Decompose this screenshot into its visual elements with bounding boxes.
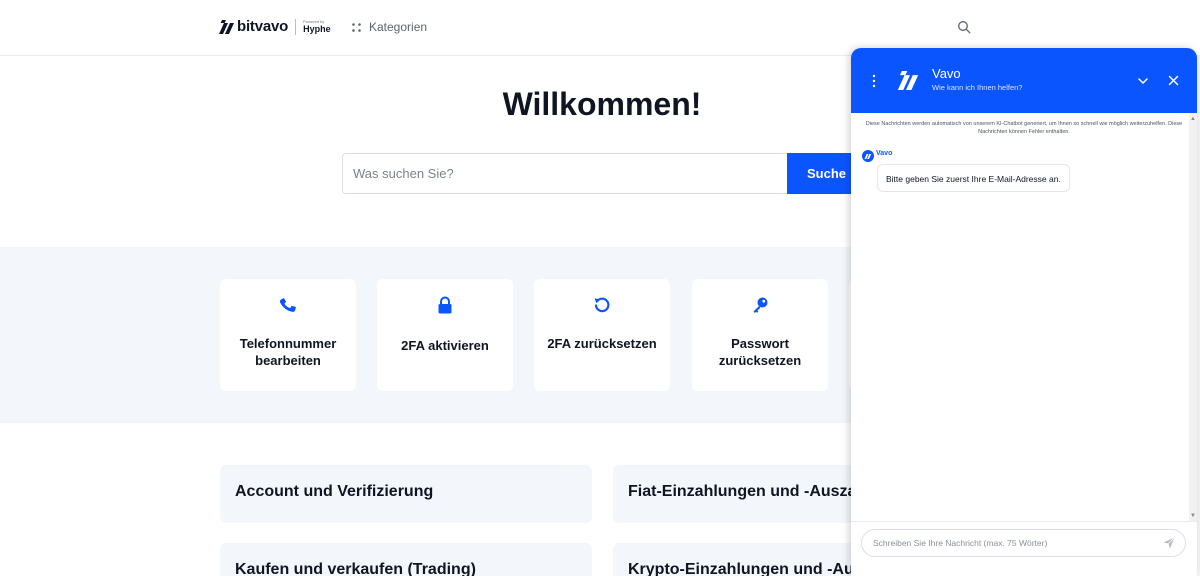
search-input[interactable] [342, 153, 787, 194]
more-options-icon[interactable] [869, 73, 879, 89]
chat-subtitle: Wie kann ich Ihnen helfen? [932, 83, 1023, 92]
bot-message: Bitte geben Sie zuerst Ihre E-Mail-Adres… [877, 164, 1070, 192]
bitvavo-mark-icon [897, 71, 919, 90]
quick-action-label: Passwort zurücksetzen [718, 336, 802, 368]
key-icon [753, 297, 768, 313]
send-icon[interactable] [1163, 537, 1175, 549]
quick-action-reset-password[interactable]: Passwort zurücksetzen [692, 279, 828, 391]
category-card-account[interactable]: Account und Verifizierung [220, 465, 592, 523]
logo-divider [295, 18, 297, 35]
categories-menu-button[interactable]: Kategorien [352, 20, 427, 34]
search-icon[interactable] [957, 20, 971, 34]
quick-action-enable-2fa[interactable]: 2FA aktivieren [377, 279, 513, 391]
categories-label: Kategorien [369, 20, 428, 34]
bitvavo-logo[interactable]: bitvavo Powered by Hyphe [219, 18, 331, 35]
powered-by: Powered by Hyphe [303, 18, 331, 34]
ai-disclaimer: Diese Nachrichten werden automatisch von… [865, 121, 1183, 135]
chat-bot-title: Vavo [932, 66, 961, 81]
category-label: Account und Verifizierung [235, 483, 434, 500]
chat-message-input[interactable] [861, 529, 1186, 557]
logo-text: bitvavo [237, 18, 289, 35]
bitvavo-mark-icon [219, 19, 234, 34]
bot-name: Vavo [876, 150, 893, 157]
bot-avatar-icon [862, 150, 874, 162]
chat-scrollbar[interactable]: ▲ ▼ [1189, 113, 1197, 521]
quick-action-label: Telefonnummer bearbeiten [239, 336, 337, 368]
chat-footer-divider [851, 521, 1197, 522]
quick-action-edit-phone[interactable]: Telefonnummer bearbeiten [220, 279, 356, 391]
category-label: Kaufen und verkaufen (Trading) [235, 561, 476, 576]
close-icon[interactable] [1168, 75, 1179, 86]
lock-icon [438, 296, 452, 314]
grid-icon [352, 22, 361, 32]
phone-icon [279, 297, 296, 312]
scroll-down-icon[interactable]: ▼ [1190, 513, 1196, 519]
powered-by-name: Hyphe [303, 23, 331, 34]
help-center-page: bitvavo Powered by Hyphe Kategorien Will… [0, 0, 1200, 576]
category-card-trading[interactable]: Kaufen und verkaufen (Trading) [220, 543, 592, 576]
powered-by-label: Powered by [303, 18, 325, 24]
chat-header: Vavo Wie kann ich Ihnen helfen? [851, 48, 1197, 113]
quick-action-label: 2FA aktivieren [401, 338, 489, 353]
scroll-up-icon[interactable]: ▲ [1190, 116, 1196, 122]
chat-widget: Vavo Wie kann ich Ihnen helfen? Diese Na… [851, 48, 1197, 576]
search-button[interactable]: Suche [787, 153, 861, 194]
quick-action-reset-2fa[interactable]: 2FA zurücksetzen [534, 279, 670, 391]
quick-action-label: 2FA zurücksetzen [547, 336, 657, 351]
chevron-down-icon[interactable] [1137, 75, 1149, 87]
reset-icon [594, 297, 610, 313]
